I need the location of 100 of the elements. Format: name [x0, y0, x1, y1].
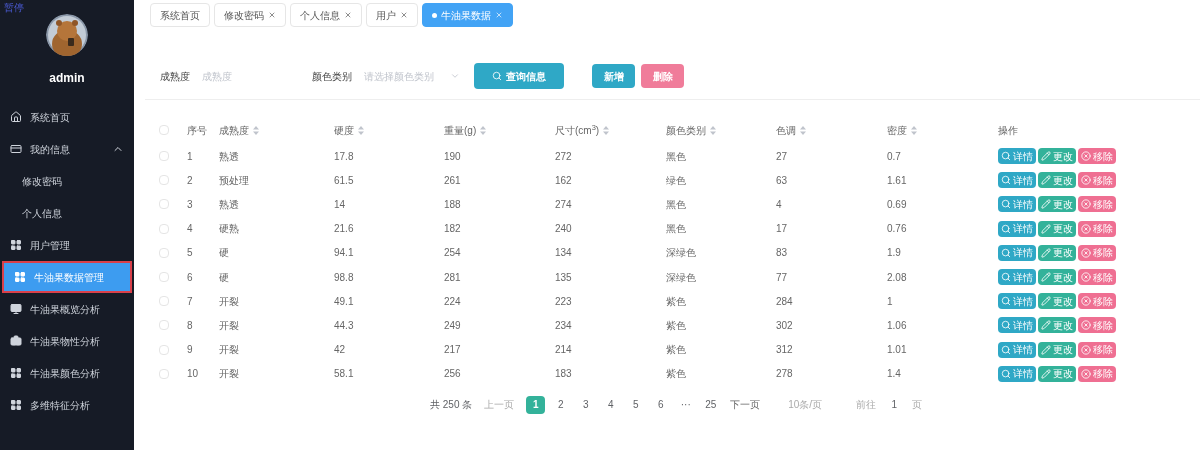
row-action-button[interactable]: 详情 — [998, 317, 1036, 334]
table-cell-text: 312 — [776, 343, 794, 358]
row-action-button[interactable]: 详情 — [998, 244, 1036, 261]
page-input[interactable]: 1 — [882, 397, 907, 413]
sort-icon — [800, 125, 806, 135]
column-header[interactable]: 成熟度 — [219, 122, 334, 138]
next-button[interactable]: 下一页 — [730, 397, 761, 413]
row-action-button[interactable]: 移除 — [1078, 317, 1116, 334]
sidebar-item[interactable]: 牛油果概览分析 — [0, 293, 134, 325]
sidebar-item[interactable]: 系统首页 — [0, 101, 134, 133]
sort-icon — [710, 125, 716, 135]
checkbox[interactable] — [159, 125, 169, 135]
table-cell-text: 1.06 — [887, 318, 908, 333]
page-button[interactable]: 4 — [601, 395, 621, 414]
row-action-button[interactable]: 详情 — [998, 341, 1036, 358]
column-header[interactable]: 尺寸(cm$^{3}$) — [555, 122, 666, 138]
page-button[interactable]: 25 — [701, 395, 721, 414]
row-action-button[interactable]: 移除 — [1078, 244, 1116, 261]
tab[interactable]: 用户 — [366, 3, 418, 27]
sidebar-item[interactable]: 用户管理 — [0, 229, 134, 261]
row-action-button[interactable]: 更改 — [1038, 293, 1076, 310]
row-action-button[interactable]: 移除 — [1078, 293, 1116, 310]
row-action-button[interactable]: 更改 — [1038, 220, 1076, 237]
page-button[interactable]: 5 — [626, 395, 646, 414]
checkbox[interactable] — [159, 344, 169, 355]
column-header[interactable]: 颜色类别 — [666, 122, 776, 138]
table-cell-text: 1 — [187, 149, 194, 164]
row-action-button[interactable]: 详情 — [998, 293, 1036, 310]
sidebar-item[interactable]: 多维特征分析 — [0, 389, 134, 421]
sidebar-item[interactable]: 牛油果物性分析 — [0, 325, 134, 357]
grid-icon — [10, 239, 22, 251]
row-action-button[interactable]: 更改 — [1038, 317, 1076, 334]
remove-icon — [1081, 223, 1091, 234]
table-cell-text: 183 — [555, 367, 573, 382]
row-action-button[interactable]: 详情 — [998, 269, 1036, 286]
checkbox[interactable] — [159, 199, 169, 210]
row-action-button[interactable]: 更改 — [1038, 341, 1076, 358]
sidebar-subitem[interactable]: 修改密码 — [0, 165, 134, 197]
checkbox[interactable] — [159, 151, 169, 162]
table-cell-text: 1.4 — [887, 367, 902, 382]
checkbox[interactable] — [159, 320, 169, 331]
action-button[interactable]: 新增 — [592, 64, 635, 88]
page-button[interactable]: 6 — [651, 395, 671, 414]
tab[interactable]: 个人信息 — [290, 3, 362, 27]
page-button[interactable]: 1 — [526, 395, 546, 414]
page-button[interactable]: 3 — [576, 395, 596, 414]
row-action-button[interactable]: 详情 — [998, 365, 1036, 382]
row-action-button[interactable]: 更改 — [1038, 172, 1076, 189]
column-header[interactable]: 硬度 — [334, 122, 444, 138]
page-button[interactable]: ··· — [676, 395, 696, 414]
sidebar-item[interactable]: 我的信息 — [0, 133, 134, 165]
pencil-icon — [1041, 199, 1051, 210]
column-header[interactable]: 重量(g) — [444, 122, 555, 138]
table-cell-text: 256 — [444, 367, 462, 382]
tab[interactable]: 牛油果数据 — [422, 3, 513, 27]
search-button[interactable]: 查询信息 — [474, 63, 564, 89]
row-action-button[interactable]: 移除 — [1078, 220, 1116, 237]
row-action-button[interactable]: 详情 — [998, 220, 1036, 237]
checkbox[interactable] — [159, 272, 169, 283]
row-action-button[interactable]: 移除 — [1078, 269, 1116, 286]
sidebar-item[interactable]: 牛油果数据管理 — [2, 261, 132, 293]
goto-label: 前往 — [856, 398, 877, 413]
search-icon — [1001, 368, 1011, 379]
row-action-button[interactable]: 更改 — [1038, 148, 1076, 165]
row-action-button[interactable]: 更改 — [1038, 196, 1076, 213]
row-action-button[interactable]: 更改 — [1038, 269, 1076, 286]
row-action-button[interactable]: 移除 — [1078, 148, 1116, 165]
sort-icon — [358, 125, 364, 135]
page-button[interactable]: 2 — [551, 395, 571, 414]
row-action-button[interactable]: 移除 — [1078, 341, 1116, 358]
table-cell-text: 1.9 — [887, 246, 902, 261]
row-action-button[interactable]: 移除 — [1078, 172, 1116, 189]
row-action-button[interactable]: 详情 — [998, 172, 1036, 189]
checkbox[interactable] — [159, 296, 169, 307]
page-size-select[interactable]: 10条/页 — [788, 397, 823, 413]
checkbox[interactable] — [159, 368, 169, 379]
column-header[interactable]: 色调 — [776, 122, 887, 138]
checkbox[interactable] — [159, 175, 169, 186]
table-cell-text: 开裂 — [219, 367, 240, 382]
close-icon — [268, 11, 276, 19]
sidebar-item[interactable]: 牛油果颜色分析 — [0, 357, 134, 389]
table-cell-text: 17 — [776, 222, 789, 237]
sidebar-subitem[interactable]: 个人信息 — [0, 197, 134, 229]
column-header[interactable]: 密度 — [887, 122, 998, 138]
tab[interactable]: 系统首页 — [150, 3, 210, 27]
row-action-button[interactable]: 移除 — [1078, 196, 1116, 213]
row-action-button[interactable]: 移除 — [1078, 365, 1116, 382]
checkbox[interactable] — [159, 223, 169, 234]
action-button[interactable]: 删除 — [641, 64, 684, 88]
tab[interactable]: 修改密码 — [214, 3, 286, 27]
table-cell-text: 紫色 — [666, 294, 687, 309]
checkbox[interactable] — [159, 247, 169, 258]
row-action-button[interactable]: 详情 — [998, 148, 1036, 165]
table-cell-text: 190 — [444, 149, 462, 164]
remove-icon — [1081, 272, 1091, 283]
table-cell-text: 预处理 — [219, 173, 250, 188]
row-action-button[interactable]: 更改 — [1038, 244, 1076, 261]
row-action-button[interactable]: 详情 — [998, 196, 1036, 213]
table-cell-text: 274 — [555, 197, 573, 212]
row-action-button[interactable]: 更改 — [1038, 365, 1076, 382]
